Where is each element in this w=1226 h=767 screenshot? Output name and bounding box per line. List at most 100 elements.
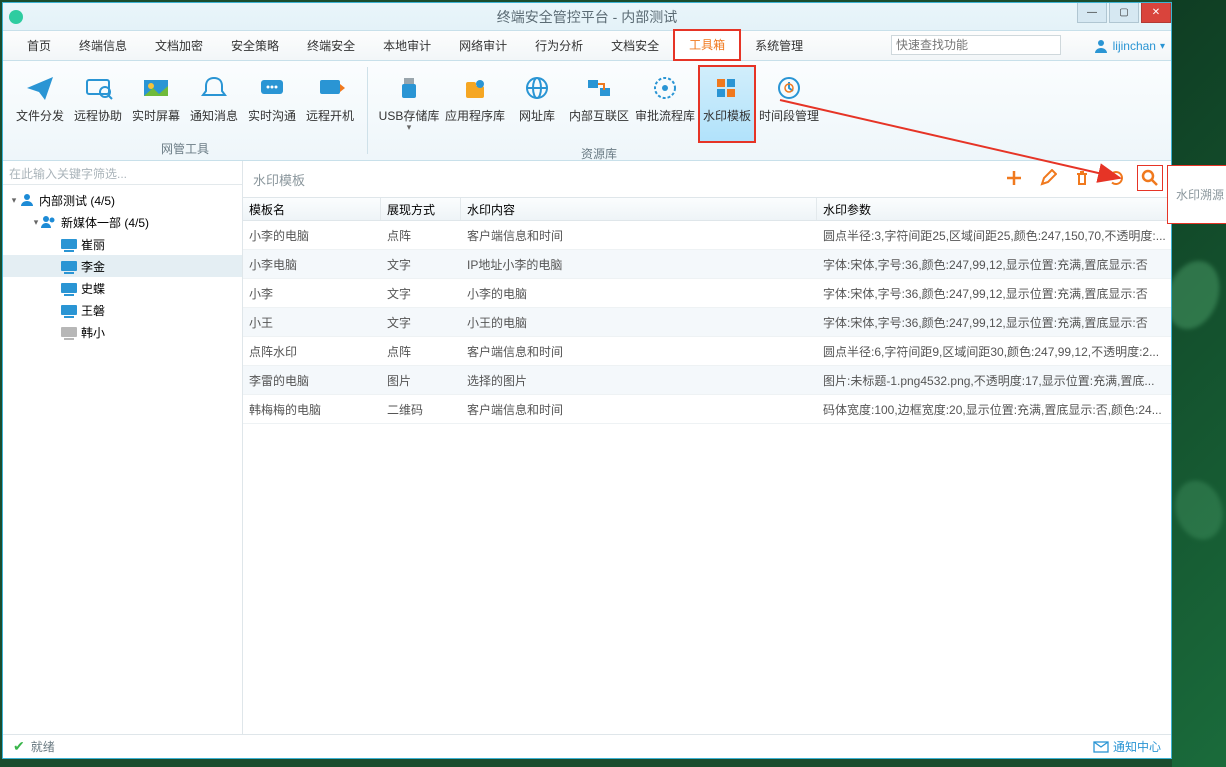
cell-content: 小李的电脑 bbox=[461, 279, 817, 307]
users-icon bbox=[41, 214, 57, 230]
refresh-button[interactable] bbox=[1103, 165, 1129, 191]
col-template-name[interactable]: 模板名 bbox=[243, 198, 381, 220]
tree-root[interactable]: ▾ 内部测试 (4/5) bbox=[3, 189, 242, 211]
notification-center[interactable]: 通知中心 bbox=[1093, 738, 1161, 755]
delete-button[interactable] bbox=[1069, 165, 1095, 191]
user-name: lijinchan bbox=[1113, 39, 1156, 53]
menu-doc-encrypt[interactable]: 文档加密 bbox=[141, 31, 217, 60]
app-logo-icon bbox=[9, 10, 23, 24]
tool-remote-power[interactable]: 远程开机 bbox=[301, 67, 359, 137]
table-row[interactable]: 小李电脑文字IP地址小李的电脑字体:宋体,字号:36,颜色:247,99,12,… bbox=[243, 250, 1171, 279]
col-content[interactable]: 水印内容 bbox=[461, 198, 817, 220]
table-row[interactable]: 李雷的电脑图片选择的图片图片:未标题-1.png4532.png,不透明度:17… bbox=[243, 366, 1171, 395]
cell-content: 客户端信息和时间 bbox=[461, 337, 817, 365]
sidebar: 在此输入关键字筛选... ▾ 内部测试 (4/5) ▾ 新媒体一部 (4/5) … bbox=[3, 161, 243, 734]
tool-time-period[interactable]: 时间段管理 bbox=[756, 67, 822, 137]
cell-content: IP地址小李的电脑 bbox=[461, 250, 817, 278]
table-row[interactable]: 小李文字小李的电脑字体:宋体,字号:36,颜色:247,99,12,显示位置:充… bbox=[243, 279, 1171, 308]
content-header: 水印模板 水印溯源 bbox=[243, 161, 1171, 197]
expand-icon[interactable]: ▾ bbox=[9, 195, 19, 206]
menu-network-audit[interactable]: 网络审计 bbox=[445, 31, 521, 60]
sidebar-filter-input[interactable]: 在此输入关键字筛选... bbox=[3, 161, 242, 185]
table-row[interactable]: 点阵水印点阵客户端信息和时间圆点半径:6,字符间距9,区域间距30,颜色:247… bbox=[243, 337, 1171, 366]
maximize-button[interactable]: ▢ bbox=[1109, 3, 1139, 23]
menu-terminal-security[interactable]: 终端安全 bbox=[293, 31, 369, 60]
cell-content: 客户端信息和时间 bbox=[461, 221, 817, 249]
cell-mode: 点阵 bbox=[381, 221, 461, 249]
menu-security-policy[interactable]: 安全策略 bbox=[217, 31, 293, 60]
menu-home[interactable]: 首页 bbox=[13, 31, 65, 60]
search-trace-button[interactable] bbox=[1137, 165, 1163, 191]
tree-member[interactable]: 史蝶 bbox=[3, 277, 242, 299]
tool-url-library[interactable]: 网址库 bbox=[508, 67, 566, 137]
menu-local-audit[interactable]: 本地审计 bbox=[369, 31, 445, 60]
search-tooltip: 水印溯源 bbox=[1167, 165, 1226, 224]
status-text: 就绪 bbox=[31, 738, 55, 755]
main-content: 水印模板 水印溯源 模板名 展现方式 水印内容 水印参数 小李的电脑点阵客户 bbox=[243, 161, 1171, 734]
tree-member[interactable]: 王磐 bbox=[3, 299, 242, 321]
tool-app-library[interactable]: 应用程序库 bbox=[442, 67, 508, 137]
title-bar: 终端安全管控平台 - 内部测试 — ▢ ✕ bbox=[3, 3, 1171, 31]
desktop-background bbox=[1172, 0, 1226, 767]
menu-doc-security[interactable]: 文档安全 bbox=[597, 31, 673, 60]
table-row[interactable]: 小李的电脑点阵客户端信息和时间圆点半径:3,字符间距25,区域间距25,颜色:2… bbox=[243, 221, 1171, 250]
col-params[interactable]: 水印参数 bbox=[817, 198, 1171, 220]
tree-member[interactable]: 李金 bbox=[3, 255, 242, 277]
cell-name: 点阵水印 bbox=[243, 337, 381, 365]
cell-content: 小王的电脑 bbox=[461, 308, 817, 336]
tool-usb-storage[interactable]: USB存储库▾ bbox=[376, 67, 442, 137]
tool-realtime-screen[interactable]: 实时屏幕 bbox=[127, 67, 185, 137]
tree-member[interactable]: 崔丽 bbox=[3, 233, 242, 255]
tool-remote-assist[interactable]: 远程协助 bbox=[69, 67, 127, 137]
expand-icon[interactable]: ▾ bbox=[31, 217, 41, 228]
cell-params: 圆点半径:6,字符间距9,区域间距30,颜色:247,99,12,不透明度:2.… bbox=[817, 337, 1171, 365]
menu-terminal-info[interactable]: 终端信息 bbox=[65, 31, 141, 60]
table-row[interactable]: 韩梅梅的电脑二维码客户端信息和时间码体宽度:100,边框宽度:20,显示位置:充… bbox=[243, 395, 1171, 424]
ribbon-group1-title: 网管工具 bbox=[3, 138, 367, 160]
user-icon bbox=[1093, 38, 1109, 54]
cell-params: 字体:宋体,字号:36,颜色:247,99,12,显示位置:充满,置底显示:否 bbox=[817, 308, 1171, 336]
cell-name: 小李电脑 bbox=[243, 250, 381, 278]
window-controls: — ▢ ✕ bbox=[1075, 3, 1171, 23]
cell-mode: 文字 bbox=[381, 279, 461, 307]
edit-button[interactable] bbox=[1035, 165, 1061, 191]
user-menu[interactable]: lijinchan ▾ bbox=[1093, 31, 1165, 61]
add-button[interactable] bbox=[1001, 165, 1027, 191]
cell-name: 小李 bbox=[243, 279, 381, 307]
quick-search-input[interactable] bbox=[891, 35, 1061, 55]
cell-params: 码体宽度:100,边框宽度:20,显示位置:充满,置底显示:否,颜色:24... bbox=[817, 395, 1171, 423]
window-title: 终端安全管控平台 - 内部测试 bbox=[497, 7, 677, 27]
menu-behavior-analysis[interactable]: 行为分析 bbox=[521, 31, 597, 60]
cell-name: 韩梅梅的电脑 bbox=[243, 395, 381, 423]
cell-name: 李雷的电脑 bbox=[243, 366, 381, 394]
tool-internal-zone[interactable]: 内部互联区 bbox=[566, 67, 632, 137]
menu-toolbox[interactable]: 工具箱 bbox=[673, 29, 741, 61]
application-window: 终端安全管控平台 - 内部测试 — ▢ ✕ 首页 终端信息 文档加密 安全策略 … bbox=[2, 2, 1172, 759]
caret-down-icon: ▾ bbox=[1160, 41, 1165, 52]
dropdown-caret-icon: ▾ bbox=[407, 122, 412, 133]
tool-realtime-chat[interactable]: 实时沟通 bbox=[243, 67, 301, 137]
tool-watermark-template[interactable]: 水印模板 bbox=[698, 65, 756, 143]
cell-params: 字体:宋体,字号:36,颜色:247,99,12,显示位置:充满,置底显示:否 bbox=[817, 279, 1171, 307]
tree-group[interactable]: ▾ 新媒体一部 (4/5) bbox=[3, 211, 242, 233]
minimize-button[interactable]: — bbox=[1077, 3, 1107, 23]
template-table: 模板名 展现方式 水印内容 水印参数 小李的电脑点阵客户端信息和时间圆点半径:3… bbox=[243, 197, 1171, 734]
col-display-mode[interactable]: 展现方式 bbox=[381, 198, 461, 220]
org-tree: ▾ 内部测试 (4/5) ▾ 新媒体一部 (4/5) 崔丽 李金 史蝶 王磐 韩… bbox=[3, 185, 242, 734]
pc-offline-icon bbox=[61, 327, 77, 337]
table-row[interactable]: 小王文字小王的电脑字体:宋体,字号:36,颜色:247,99,12,显示位置:充… bbox=[243, 308, 1171, 337]
pc-icon bbox=[61, 261, 77, 271]
tool-notify[interactable]: 通知消息 bbox=[185, 67, 243, 137]
cell-content: 客户端信息和时间 bbox=[461, 395, 817, 423]
pc-icon bbox=[61, 283, 77, 293]
cell-content: 选择的图片 bbox=[461, 366, 817, 394]
tool-file-distribute[interactable]: 文件分发 bbox=[11, 67, 69, 137]
pc-icon bbox=[61, 239, 77, 249]
menu-system-manage[interactable]: 系统管理 bbox=[741, 31, 817, 60]
table-header: 模板名 展现方式 水印内容 水印参数 bbox=[243, 197, 1171, 221]
tree-member[interactable]: 韩小 bbox=[3, 321, 242, 343]
cell-params: 图片:未标题-1.png4532.png,不透明度:17,显示位置:充满,置底.… bbox=[817, 366, 1171, 394]
close-button[interactable]: ✕ bbox=[1141, 3, 1171, 23]
cell-mode: 文字 bbox=[381, 308, 461, 336]
tool-approval-flow[interactable]: 审批流程库 bbox=[632, 67, 698, 137]
